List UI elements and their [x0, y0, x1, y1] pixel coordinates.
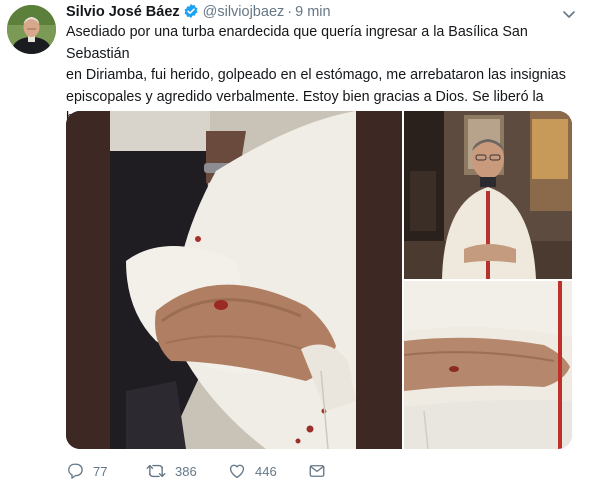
tweet-header: Silvio José Báez @silviojbaez · 9 min — [66, 3, 331, 23]
reply-icon[interactable] — [66, 462, 84, 480]
media-photo-arm-wound[interactable] — [404, 281, 572, 449]
separator-dot: · — [287, 4, 293, 20]
direct-message-action[interactable] — [308, 462, 326, 480]
retweet-icon[interactable] — [146, 462, 166, 480]
tweet: Silvio José Báez @silviojbaez · 9 min Asedi… — [0, 0, 593, 492]
avatar[interactable] — [7, 5, 56, 54]
tweet-timestamp[interactable]: 9 min — [295, 4, 330, 20]
media-photo-bishop-portrait[interactable] — [404, 111, 572, 279]
verified-badge-icon — [183, 3, 199, 23]
retweet-action[interactable]: 386 — [146, 462, 197, 480]
tweet-media-grid — [66, 111, 572, 449]
reply-action[interactable]: 77 — [66, 462, 107, 480]
author-handle[interactable]: @silviojbaez — [203, 4, 285, 20]
retweet-count: 386 — [175, 463, 197, 479]
like-count: 446 — [255, 463, 277, 479]
like-action[interactable]: 446 — [228, 462, 277, 480]
media-photo-arm-closeup[interactable] — [66, 111, 402, 449]
direct-message-icon[interactable] — [308, 462, 326, 480]
like-icon[interactable] — [228, 462, 246, 480]
chevron-down-icon[interactable] — [561, 6, 577, 22]
reply-count: 77 — [93, 463, 108, 479]
author-name[interactable]: Silvio José Báez — [66, 4, 180, 20]
